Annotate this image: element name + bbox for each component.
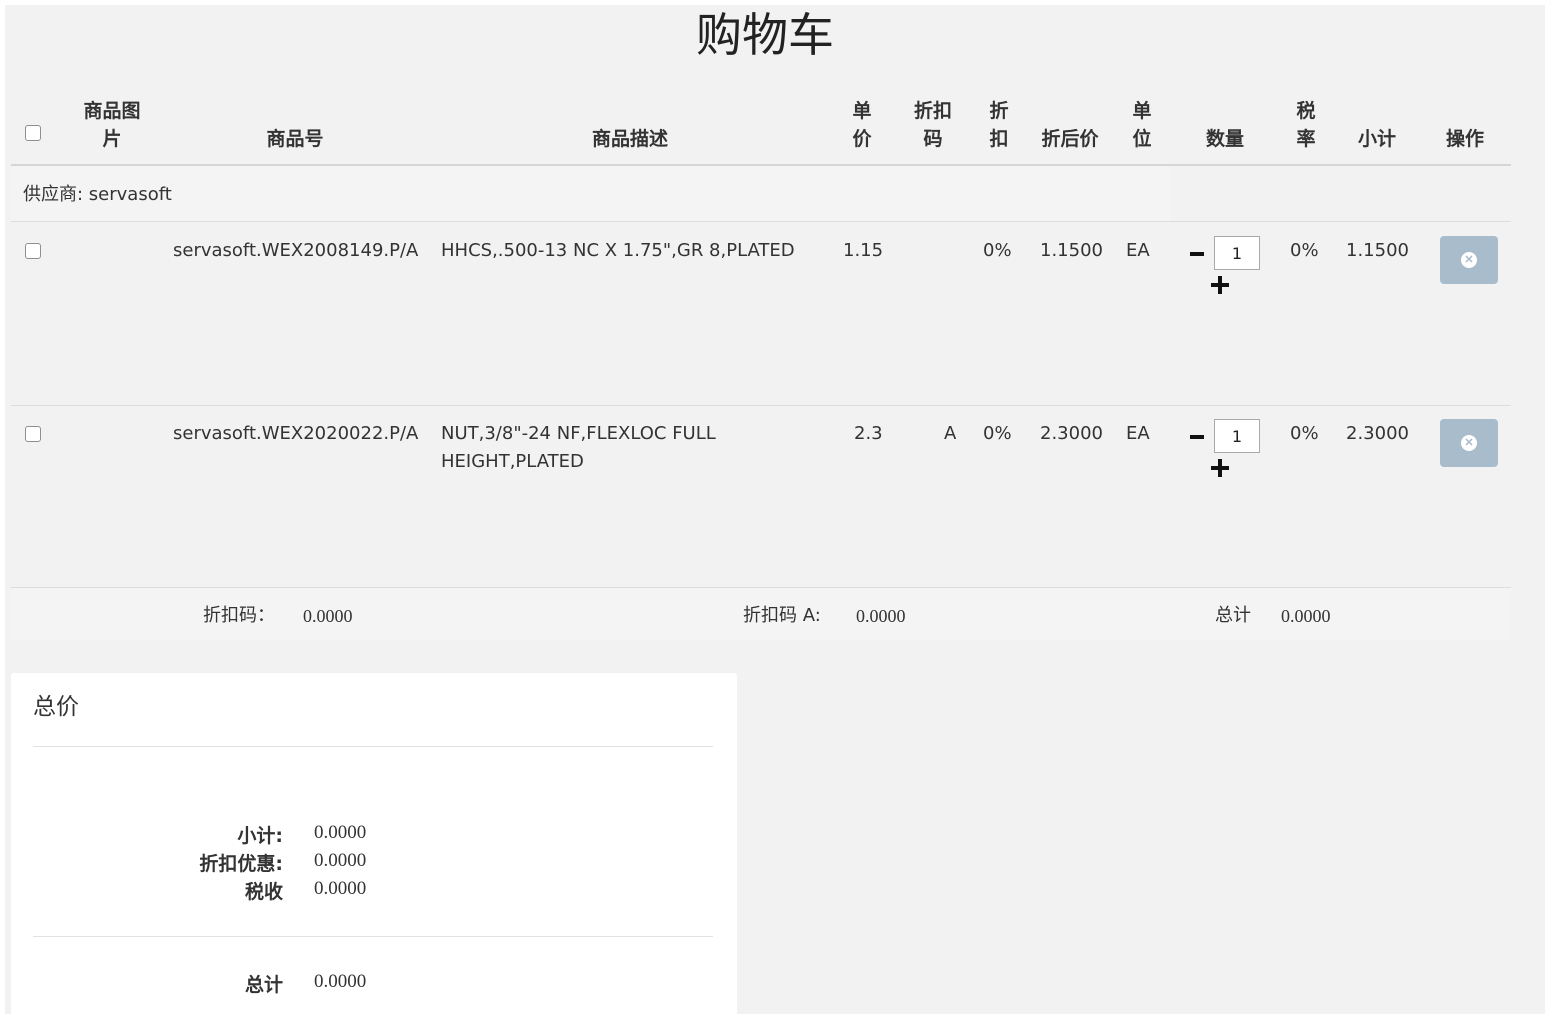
row-unit-price: 2.3 bbox=[854, 423, 883, 444]
row-sku: servasoft.WEX2008149.P/A bbox=[173, 240, 419, 261]
header-image: 商品图片 bbox=[83, 100, 141, 150]
increase-quantity-button[interactable] bbox=[1211, 276, 1229, 294]
row-description: NUT,3/8"-24 NF,FLEXLOC FULL HEIGHT,PLATE… bbox=[441, 423, 716, 472]
row-discount: 0% bbox=[983, 240, 1012, 261]
row-tax-rate: 0% bbox=[1290, 240, 1319, 261]
row-description: HHCS,.500-13 NC X 1.75",GR 8,PLATED bbox=[441, 240, 795, 261]
row-unit-price: 1.15 bbox=[843, 240, 884, 261]
header-discount: 折扣 bbox=[989, 100, 1009, 150]
header-tax-rate: 税率 bbox=[1296, 100, 1316, 150]
supplier-label: 供应商: servasoft bbox=[23, 184, 172, 205]
header-description: 商品描述 bbox=[591, 128, 668, 150]
header-unit: 单位 bbox=[1132, 100, 1152, 150]
footer-discount-code-a-value: 0.0000 bbox=[856, 606, 906, 626]
header-subtotal: 小计 bbox=[1357, 128, 1396, 150]
delete-item-button[interactable]: ✕ bbox=[1440, 419, 1498, 467]
increase-quantity-button[interactable] bbox=[1211, 459, 1229, 477]
summary-total-label: 总计 bbox=[244, 974, 283, 996]
row-checkbox[interactable] bbox=[25, 243, 41, 259]
row-checkbox[interactable] bbox=[25, 426, 41, 442]
row-subtotal: 2.3000 bbox=[1346, 423, 1409, 444]
row-unit: EA bbox=[1126, 423, 1150, 444]
header-discount-code: 折扣码 bbox=[913, 100, 952, 150]
header-discounted-price: 折后价 bbox=[1041, 128, 1099, 150]
row-discount: 0% bbox=[983, 423, 1012, 444]
summary-tax-value: 0.0000 bbox=[314, 878, 367, 899]
summary-discount-label: 折扣优惠: bbox=[199, 853, 283, 875]
quantity-input[interactable] bbox=[1214, 236, 1260, 270]
select-all-checkbox[interactable] bbox=[25, 125, 41, 141]
row-discounted-price: 2.3000 bbox=[1040, 423, 1103, 444]
row-subtotal: 1.1500 bbox=[1346, 240, 1409, 261]
row-sku: servasoft.WEX2020022.P/A bbox=[173, 423, 419, 444]
summary-subtotal-value: 0.0000 bbox=[314, 822, 367, 843]
footer-total-label: 总计 bbox=[1215, 605, 1251, 626]
page-title: 购物车 bbox=[696, 8, 834, 62]
header-quantity: 数量 bbox=[1205, 128, 1244, 150]
row-divider bbox=[11, 221, 1511, 222]
summary-tax-label: 税收 bbox=[244, 881, 283, 903]
row-unit: EA bbox=[1126, 240, 1150, 261]
summary-subtotal-label: 小计: bbox=[237, 825, 283, 847]
header-unit-price: 单价 bbox=[852, 100, 872, 150]
row-discounted-price: 1.1500 bbox=[1040, 240, 1103, 261]
summary-divider bbox=[33, 936, 713, 937]
footer-discount-code-value: 0.0000 bbox=[303, 606, 353, 626]
quantity-input[interactable] bbox=[1214, 419, 1260, 453]
summary-panel: 总价 小计: 0.0000 折扣优惠: 0.0000 税收 0.0000 总计 … bbox=[11, 673, 737, 1014]
row-tax-rate: 0% bbox=[1290, 423, 1319, 444]
summary-total-value: 0.0000 bbox=[314, 971, 367, 992]
header-actions: 操作 bbox=[1445, 128, 1484, 150]
decrease-quantity-button[interactable] bbox=[1190, 252, 1204, 256]
delete-item-button[interactable]: ✕ bbox=[1440, 236, 1498, 284]
cart-page: 购物车 商品图片 商品号 商品描述 单价 折扣码 折扣 折后价 单位 数量 税率… bbox=[5, 5, 1545, 1014]
header-sku: 商品号 bbox=[266, 128, 324, 150]
footer-total-value: 0.0000 bbox=[1281, 606, 1331, 626]
header-divider bbox=[11, 164, 1511, 166]
summary-discount-value: 0.0000 bbox=[314, 850, 367, 871]
summary-title: 总价 bbox=[33, 694, 79, 720]
decrease-quantity-button[interactable] bbox=[1190, 435, 1204, 439]
row-divider bbox=[11, 405, 1511, 406]
footer-discount-code-a-label: 折扣码 A: bbox=[743, 605, 821, 626]
summary-divider bbox=[33, 746, 713, 747]
close-circle-icon: ✕ bbox=[1461, 252, 1477, 268]
footer-discount-code-label: 折扣码： bbox=[203, 605, 275, 626]
supplier-row bbox=[11, 167, 1170, 221]
close-circle-icon: ✕ bbox=[1461, 435, 1477, 451]
row-discount-code: A bbox=[944, 423, 957, 444]
